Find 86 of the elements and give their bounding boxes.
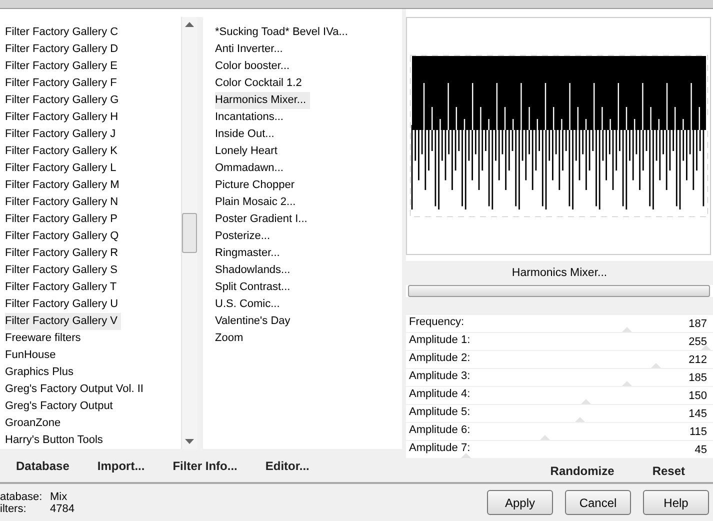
category-item[interactable]: Filter Factory Gallery G <box>5 92 123 109</box>
filter-item[interactable]: Shadowlands... <box>215 262 294 279</box>
category-item[interactable]: Graphics Plus <box>5 364 78 381</box>
category-item[interactable]: Filter Factory Gallery J <box>5 126 120 143</box>
slider-label: Amplitude 2: <box>409 352 470 364</box>
slider-value: 150 <box>688 390 707 402</box>
slider-label: Frequency: <box>409 316 464 328</box>
scroll-down-icon[interactable] <box>185 439 194 444</box>
category-item[interactable]: Harry's Button Tools <box>5 432 107 449</box>
filter-item[interactable]: Lonely Heart <box>215 143 282 160</box>
list-action-button[interactable]: Editor... <box>259 456 316 474</box>
slider-label: Amplitude 6: <box>409 424 470 436</box>
scroll-up-icon[interactable] <box>185 22 194 27</box>
category-item[interactable]: Filter Factory Gallery N <box>5 194 122 211</box>
slider-value: 185 <box>688 372 707 384</box>
slider-track[interactable]: Amplitude 2: 212 <box>406 351 713 368</box>
category-item[interactable]: Greg's Factory Output <box>5 398 117 415</box>
filter-item[interactable]: Plain Mosaic 2... <box>215 194 300 211</box>
slider-value: 187 <box>688 318 707 330</box>
category-item[interactable]: Filter Factory Gallery C <box>5 24 122 41</box>
filter-item[interactable]: U.S. Comic... <box>215 296 284 313</box>
slider-label: Amplitude 3: <box>409 370 470 382</box>
status-label: atabase: <box>0 490 44 502</box>
slider-track[interactable]: Amplitude 4: 150 <box>406 387 713 404</box>
filter-item[interactable]: Harmonics Mixer... <box>215 92 310 109</box>
category-item[interactable]: Filter Factory Gallery E <box>5 58 122 75</box>
status-value: 4784 <box>50 502 74 514</box>
filter-item[interactable]: Ommadawn... <box>215 160 288 177</box>
slider-label: Amplitude 7: <box>409 442 470 454</box>
filter-item[interactable]: Zoom <box>215 330 248 347</box>
scrollbar[interactable] <box>181 17 203 449</box>
slider-track[interactable]: Frequency: 187 <box>406 315 713 332</box>
category-item[interactable]: Filter Factory Gallery K <box>5 143 122 160</box>
slider-label: Amplitude 5: <box>409 406 470 418</box>
category-item[interactable]: FunHouse <box>5 347 60 364</box>
control-button[interactable]: Reset <box>646 462 691 480</box>
category-item[interactable]: Filter Factory Gallery Q <box>5 228 123 245</box>
status-label: ilters: <box>0 502 28 514</box>
list-action-button[interactable]: Database <box>10 456 76 474</box>
filter-item[interactable]: Picture Chopper <box>215 177 298 194</box>
category-item[interactable]: Filter Factory Gallery L <box>5 160 120 177</box>
list-action-button[interactable]: Filter Info... <box>166 456 244 474</box>
category-item[interactable]: Greg's Factory Output Vol. II <box>5 381 148 398</box>
filter-item[interactable]: Incantations... <box>215 109 288 126</box>
category-item[interactable]: Filter Factory Gallery F <box>5 75 121 92</box>
slider-value: 255 <box>688 336 707 348</box>
filter-item[interactable]: Color Cocktail 1.2 <box>215 75 306 92</box>
filter-item[interactable]: *Sucking Toad* Bevel IVa... <box>215 24 352 41</box>
filter-item[interactable]: Split Contrast... <box>215 279 294 296</box>
dialog-button[interactable]: Cancel <box>565 490 631 515</box>
category-item[interactable]: Freeware filters <box>5 330 85 347</box>
slider-track[interactable]: Amplitude 1: 255 <box>406 333 713 350</box>
filter-item[interactable]: Poster Gradient I... <box>215 211 312 228</box>
filter-item[interactable]: Valentine's Day <box>215 313 294 330</box>
slider-value: 115 <box>689 426 707 438</box>
filter-item[interactable]: Color booster... <box>215 58 294 75</box>
slider-value: 145 <box>688 408 707 420</box>
category-item[interactable]: Filter Factory Gallery R <box>5 245 122 262</box>
category-item[interactable]: Filter Factory Gallery M <box>5 177 124 194</box>
category-item[interactable]: Filter Factory Gallery P <box>5 211 122 228</box>
list-action-button[interactable]: Import... <box>91 456 151 474</box>
filter-item[interactable]: Ringmaster... <box>215 245 284 262</box>
filter-item[interactable]: Posterize... <box>215 228 274 245</box>
filter-name-label: Harmonics Mixer... <box>406 261 713 285</box>
category-item[interactable]: Filter Factory Gallery D <box>5 41 122 58</box>
category-item[interactable]: Filter Factory Gallery U <box>5 296 122 313</box>
dialog-button[interactable]: Help <box>643 490 709 515</box>
category-item[interactable]: Filter Factory Gallery V <box>5 313 122 330</box>
slider-track[interactable]: Amplitude 7: 45 <box>406 441 713 458</box>
category-item[interactable]: Filter Factory Gallery S <box>5 262 122 279</box>
slider-value: 212 <box>688 354 707 366</box>
slider-label: Amplitude 4: <box>409 388 470 400</box>
category-item[interactable]: GroanZone <box>5 415 65 432</box>
slider-value: 45 <box>694 444 707 456</box>
slider-track[interactable]: Amplitude 3: 185 <box>406 369 713 386</box>
filter-item[interactable]: Inside Out... <box>215 126 278 143</box>
filter-item[interactable]: Anti Inverter... <box>215 41 287 58</box>
dialog-button[interactable]: Apply <box>487 490 553 515</box>
status-value: Mix <box>50 490 68 502</box>
scroll-thumb[interactable] <box>182 213 197 253</box>
category-item[interactable]: Filter Factory Gallery T <box>5 279 121 296</box>
control-button[interactable]: Randomize <box>544 462 620 480</box>
slider-track[interactable]: Amplitude 6: 115 <box>406 423 713 440</box>
slider-track[interactable]: Amplitude 5: 145 <box>406 405 713 422</box>
slider-label: Amplitude 1: <box>409 334 470 346</box>
category-item[interactable]: Filter Factory Gallery H <box>5 109 122 126</box>
